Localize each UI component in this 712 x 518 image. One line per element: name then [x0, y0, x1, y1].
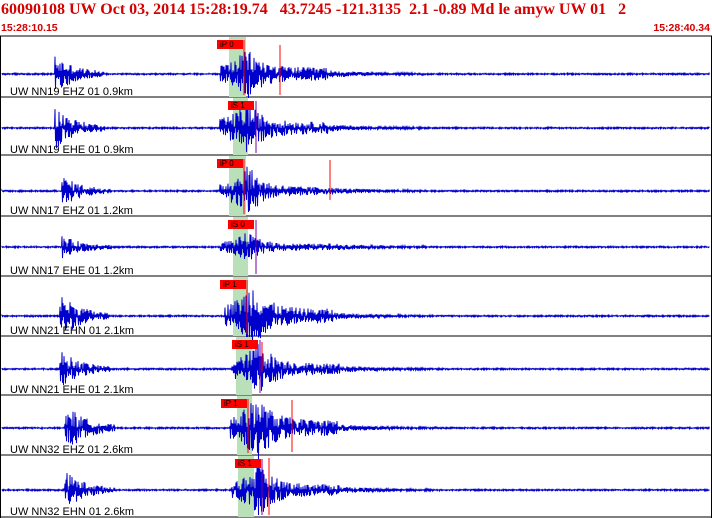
channel-label: UW NN32 EHZ 01 2.6km — [10, 444, 133, 456]
channel-label: UW NN21 EHE 01 2.1km — [10, 384, 133, 396]
pick-tag-label: iP 0 — [220, 159, 234, 168]
channel-label: UW NN32 EHN 01 2.6km — [10, 506, 134, 518]
channel-row: iS 1 UW NN19 EHE 01 0.9km — [1, 98, 710, 156]
pick-tag-label: iS 1 — [235, 340, 249, 349]
waveform-trace — [1, 233, 710, 260]
pick-tag-label: iP 1 — [224, 399, 238, 408]
channel-row: iS 1 UW NN21 EHE 01 2.1km — [1, 337, 710, 396]
waveform-panel: iP 0 UW NN19 EHZ 01 0.9km iS 1 UW NN19 EHE … — [0, 35, 712, 518]
channel-label: UW NN19 EHZ 01 0.9km — [10, 86, 133, 98]
channel-row: iS 1 UW NN32 EHN 01 2.6km — [1, 456, 710, 518]
seismogram-viewer: 60090108 UW Oct 03, 2014 15:28:19.74 43.… — [0, 0, 712, 518]
channel-label: UW NN19 EHE 01 0.9km — [10, 144, 133, 156]
pick-tag-label: iS 0 — [231, 220, 245, 229]
channel-row: iP 1 UW NN21 EHN 01 2.1km — [1, 277, 710, 346]
channel-row: iP 1 UW NN32 EHZ 01 2.6km — [1, 396, 710, 460]
pick-tag-label: iS 1 — [231, 101, 245, 110]
pick-tag-label: iP 1 — [223, 280, 237, 289]
pick-tag-label: iP 0 — [220, 40, 234, 49]
channel-row: iP 0 UW NN19 EHZ 01 0.9km — [1, 37, 710, 99]
pick-tag-label: iS 1 — [238, 459, 252, 468]
channel-row: iP 0 UW NN17 EHZ 01 1.2km — [1, 156, 710, 217]
channel-label: UW NN17 EHE 01 1.2km — [10, 265, 133, 277]
channel-row: iS 0 UW NN17 EHE 01 1.2km — [1, 217, 710, 277]
channel-label: UW NN17 EHZ 01 1.2km — [10, 205, 133, 217]
channel-label: UW NN21 EHN 01 2.1km — [10, 325, 134, 337]
